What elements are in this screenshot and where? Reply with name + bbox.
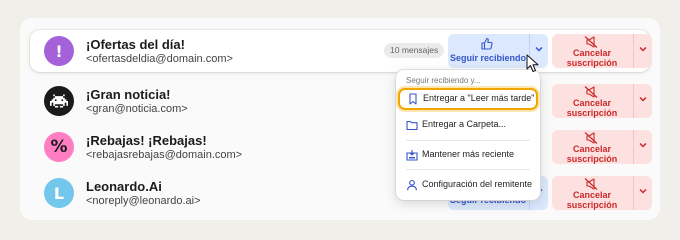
sender-email: <noreply@leonardo.ai> [86, 195, 201, 207]
megaphone-off-icon [584, 178, 598, 190]
divider [406, 140, 530, 141]
chevron-down-icon[interactable] [638, 94, 648, 104]
mouse-cursor-icon [526, 54, 539, 72]
menu-heading: Seguir recibiendo y... [406, 76, 481, 85]
chevron-down-icon[interactable] [534, 44, 544, 54]
sender-name: Leonardo.Ai [86, 179, 162, 194]
unsubscribe-label: Cancelar suscripción [566, 144, 618, 164]
inbox-recent-icon [406, 150, 418, 161]
divider [633, 34, 634, 68]
menu-item-label: Entregar a "Leer más tarde" [423, 93, 535, 103]
megaphone-off-icon [584, 86, 598, 98]
chevron-down-icon[interactable] [638, 186, 648, 196]
avatar: % [44, 132, 74, 162]
unsubscribe-button[interactable]: Cancelar suscripción [552, 84, 652, 118]
megaphone-off-icon [584, 36, 598, 48]
menu-item-label: Entregar a Carpeta... [422, 119, 507, 129]
unsubscribe-button[interactable]: Cancelar suscripción [552, 34, 652, 68]
keep-receiving-menu: Seguir recibiendo y... Entregar a "Leer … [396, 70, 540, 200]
sender-name: ¡Ofertas del día! [86, 37, 185, 52]
menu-item-label: Mantener más reciente [422, 149, 515, 159]
chevron-down-icon[interactable] [638, 140, 648, 150]
avatar: ! [44, 36, 74, 66]
sender-email: <gran@noticia.com> [86, 103, 188, 115]
unsubscribe-label: Cancelar suscripción [566, 48, 618, 68]
sender-row[interactable]: ! ¡Ofertas del día! <ofertasdeldia@domai… [30, 30, 652, 72]
unsubscribe-label: Cancelar suscripción [566, 98, 618, 118]
divider [633, 84, 634, 118]
avatar: L [44, 178, 74, 208]
menu-item-folder[interactable]: Entregar a Carpeta... [396, 114, 540, 136]
menu-item-label: Configuración del remitente [422, 179, 533, 189]
bookmark-icon [409, 93, 417, 105]
chevron-down-icon[interactable] [638, 44, 648, 54]
message-count-badge: 10 mensajes [384, 43, 445, 58]
divider [406, 169, 530, 170]
menu-item-keep-recent[interactable]: Mantener más reciente [396, 144, 540, 166]
unsubscribe-label: Cancelar suscripción [566, 190, 618, 210]
keep-receiving-label: Seguir recibiendo [449, 53, 527, 63]
unsubscribe-button[interactable]: Cancelar suscripción [552, 176, 652, 210]
space-invader-icon [50, 94, 68, 108]
unsubscribe-button[interactable]: Cancelar suscripción [552, 130, 652, 164]
sender-email: <rebajasrebajas@domain.com> [86, 149, 243, 161]
avatar [44, 86, 74, 116]
megaphone-off-icon [584, 132, 598, 144]
divider [633, 130, 634, 164]
thumbs-up-icon [481, 37, 493, 50]
sender-list-card: ! ¡Ofertas del día! <ofertasdeldia@domai… [20, 18, 660, 220]
avatar-letter: L [53, 183, 65, 203]
sender-row[interactable]: L Leonardo.Ai <noreply@leonardo.ai> 1 Se… [30, 172, 652, 214]
sender-name: ¡Rebajas! ¡Rebajas! [86, 133, 207, 148]
person-icon [406, 179, 418, 191]
folder-icon [406, 120, 418, 131]
sender-name: ¡Gran noticia! [86, 87, 171, 102]
avatar-letter: % [50, 137, 68, 157]
divider [633, 176, 634, 210]
sender-email: <ofertasdeldia@domain.com> [86, 53, 233, 65]
menu-item-sender-settings[interactable]: Configuración del remitente [396, 174, 540, 196]
sender-row[interactable]: % ¡Rebajas! ¡Rebajas! <rebajasrebajas@do… [30, 126, 652, 168]
avatar-letter: ! [55, 41, 63, 61]
sender-row[interactable]: ¡Gran noticia! <gran@noticia.com> 5 Canc… [30, 80, 652, 122]
menu-item-read-later[interactable]: Entregar a "Leer más tarde" [398, 88, 538, 110]
